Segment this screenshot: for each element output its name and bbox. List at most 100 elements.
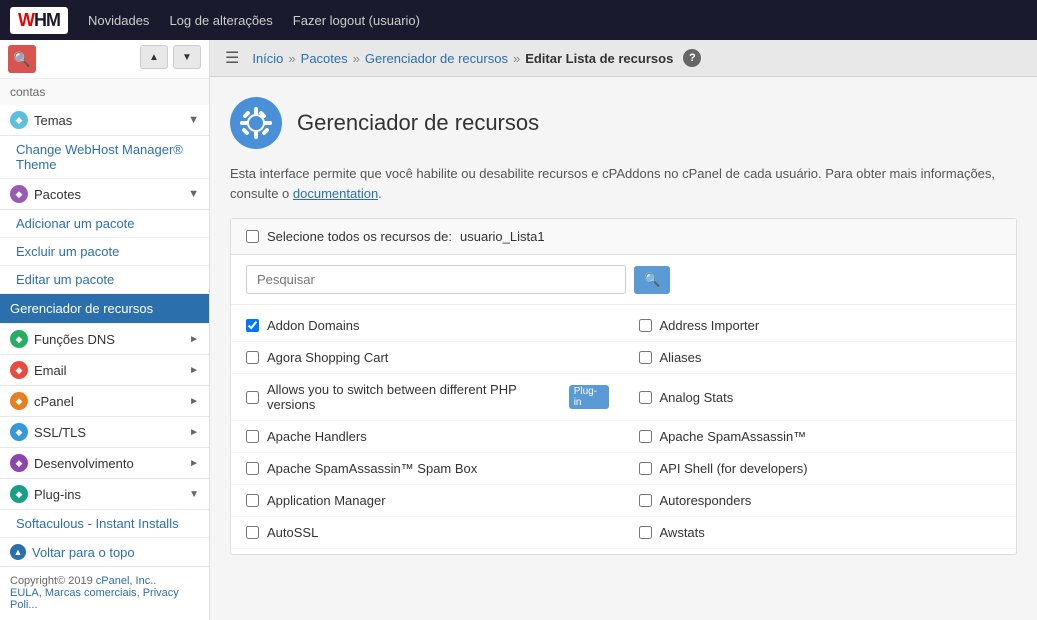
features-panel: Selecione todos os recursos de: usuario_… — [230, 218, 1017, 555]
feature-name: API Shell (for developers) — [660, 461, 808, 476]
eula-link[interactable]: EULA — [10, 587, 39, 599]
feature-name: Aliases — [660, 350, 702, 365]
sidebar-item-plugins[interactable]: ◆ Plug-ins ▼ — [0, 479, 209, 510]
breadcrumb-inicio[interactable]: Início — [252, 51, 283, 66]
sidebar-link-excluir-pacote[interactable]: Excluir um pacote — [0, 238, 209, 266]
temas-label: Temas — [34, 113, 72, 128]
feature-checkbox[interactable] — [639, 391, 652, 404]
list-name: usuario_Lista1 — [460, 229, 545, 244]
sidebar-item-pacotes[interactable]: ◆ Pacotes ▼ — [0, 179, 209, 210]
voltar-topo-button[interactable]: ▲ Voltar para o topo — [0, 538, 209, 567]
cpanel-label: cPanel — [34, 394, 74, 409]
feature-checkbox[interactable] — [246, 462, 259, 475]
gerenciador-label: Gerenciador de recursos — [10, 301, 153, 316]
feature-item: Aliases — [624, 342, 1017, 374]
feature-checkbox[interactable] — [246, 526, 259, 539]
documentation-link[interactable]: documentation — [293, 186, 378, 201]
help-icon[interactable]: ? — [683, 49, 701, 67]
sidebar-search-button[interactable]: 🔍 — [8, 45, 36, 73]
sep1: » — [288, 51, 295, 66]
temas-icon: ◆ — [10, 111, 28, 129]
funcoes-dns-label: Funções DNS — [34, 332, 115, 347]
feature-item: Autoresponders — [624, 485, 1017, 517]
feature-checkbox[interactable] — [639, 526, 652, 539]
sidebar-link-softaculous[interactable]: Softaculous - Instant Installs — [0, 510, 209, 538]
feature-item: Addon Domains — [231, 310, 624, 342]
sidebar-link-adicionar-pacote[interactable]: Adicionar um pacote — [0, 210, 209, 238]
cpanel-arrow[interactable]: ► — [189, 396, 199, 407]
feature-checkbox[interactable] — [246, 430, 259, 443]
feature-checkbox[interactable] — [246, 351, 259, 364]
select-all-checkbox[interactable] — [246, 230, 259, 243]
feature-item: Address Importer — [624, 310, 1017, 342]
breadcrumb-pacotes[interactable]: Pacotes — [301, 51, 348, 66]
ssl-arrow[interactable]: ► — [189, 427, 199, 438]
feature-name: Awstats — [660, 525, 705, 540]
feature-name: Agora Shopping Cart — [267, 350, 388, 365]
plugins-label: Plug-ins — [34, 487, 81, 502]
search-button[interactable]: 🔍 — [634, 266, 670, 294]
sidebar-up-arrow[interactable]: ▲ — [140, 45, 168, 69]
email-label: Email — [34, 363, 67, 378]
feature-checkbox[interactable] — [246, 494, 259, 507]
feature-checkbox[interactable] — [246, 319, 259, 332]
feature-item: Awstats — [624, 517, 1017, 549]
sidebar-link-editar-pacote[interactable]: Editar um pacote — [0, 266, 209, 294]
feature-item: AutoSSL — [231, 517, 624, 549]
feature-checkbox[interactable] — [639, 462, 652, 475]
features-grid: Addon Domains Address Importer Agora Shopp… — [231, 305, 1016, 554]
sidebar-link-change-theme[interactable]: Change WebHost Manager® Theme — [0, 136, 209, 179]
feature-item: Agora Shopping Cart — [231, 342, 624, 374]
feature-checkbox[interactable] — [639, 319, 652, 332]
feature-name: Allows you to switch between different P… — [267, 382, 556, 412]
sidebar-item-desenvolvimento[interactable]: ◆ Desenvolvimento ► — [0, 448, 209, 479]
select-all-row: Selecione todos os recursos de: usuario_… — [231, 219, 1016, 255]
feature-name: Apache SpamAssassin™ — [660, 429, 807, 444]
sidebar-item-email[interactable]: ◆ Email ► — [0, 355, 209, 386]
search-input[interactable] — [246, 265, 626, 294]
feature-name: Apache Handlers — [267, 429, 367, 444]
nav-logout[interactable]: Fazer logout (usuario) — [293, 13, 420, 28]
sidebar-item-ssl-tls[interactable]: ◆ SSL/TLS ► — [0, 417, 209, 448]
feature-checkbox[interactable] — [639, 351, 652, 364]
plugin-badge: Plug-in — [569, 385, 609, 409]
feature-name: Autoresponders — [660, 493, 752, 508]
nav-log-alteracoes[interactable]: Log de alterações — [169, 13, 272, 28]
dev-label: Desenvolvimento — [34, 456, 134, 471]
dns-arrow[interactable]: ► — [189, 334, 199, 345]
nav-novidades[interactable]: Novidades — [88, 13, 149, 28]
dev-arrow[interactable]: ► — [189, 458, 199, 469]
main-content: ☰ Início » Pacotes » Gerenciador de recu… — [210, 40, 1037, 620]
feature-checkbox[interactable] — [639, 430, 652, 443]
email-arrow[interactable]: ► — [189, 365, 199, 376]
feature-name: Address Importer — [660, 318, 760, 333]
sidebar: 🔍 ▲ ▼ contas ◆ Temas ▼ Change WebHost Ma… — [0, 40, 210, 620]
marcas-link[interactable]: Marcas comerciais — [45, 587, 137, 599]
sidebar-controls: 🔍 ▲ ▼ — [0, 40, 209, 79]
sidebar-item-temas[interactable]: ◆ Temas ▼ — [0, 105, 209, 136]
feature-checkbox[interactable] — [639, 494, 652, 507]
sidebar-down-arrow[interactable]: ▼ — [173, 45, 201, 69]
cpanel-inc-link[interactable]: cPanel, Inc. — [96, 575, 153, 587]
pacotes-toggle[interactable]: ▼ — [188, 188, 199, 200]
sidebar-item-funcoes-dns[interactable]: ◆ Funções DNS ► — [0, 324, 209, 355]
page-content: Gerenciador de recursos Esta interface p… — [210, 77, 1037, 575]
section-label-contas: contas — [0, 79, 209, 105]
breadcrumb-gerenciador[interactable]: Gerenciador de recursos — [365, 51, 508, 66]
sidebar-item-cpanel[interactable]: ◆ cPanel ► — [0, 386, 209, 417]
plugins-icon: ◆ — [10, 485, 28, 503]
gerenciador-icon — [230, 97, 282, 149]
main-layout: 🔍 ▲ ▼ contas ◆ Temas ▼ Change WebHost Ma… — [0, 40, 1037, 620]
sidebar-item-gerenciador-recursos[interactable]: Gerenciador de recursos — [0, 294, 209, 324]
dns-icon: ◆ — [10, 330, 28, 348]
feature-checkbox[interactable] — [246, 391, 259, 404]
plugins-toggle[interactable]: ▼ — [189, 489, 199, 500]
email-icon: ◆ — [10, 361, 28, 379]
temas-toggle[interactable]: ▼ — [188, 114, 199, 126]
sidebar-copyright: Copyright© 2019 cPanel, Inc.. EULA, Marc… — [0, 567, 209, 619]
top-navigation: WHM Novidades Log de alterações Fazer lo… — [0, 0, 1037, 40]
sep2: » — [353, 51, 360, 66]
select-all-label: Selecione todos os recursos de: — [267, 229, 452, 244]
hamburger-icon[interactable]: ☰ — [225, 48, 239, 68]
breadcrumb-current: Editar Lista de recursos — [525, 51, 673, 66]
